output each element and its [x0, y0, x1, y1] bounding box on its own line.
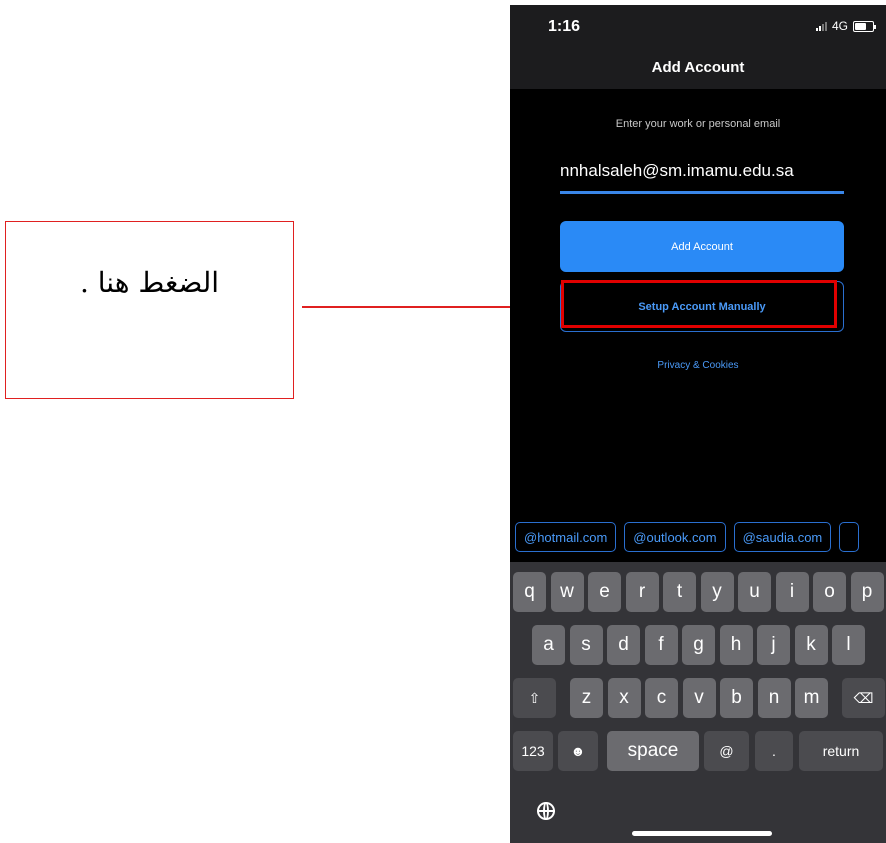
delete-key-icon[interactable]: ⌫: [842, 678, 885, 718]
key-g[interactable]: g: [682, 625, 715, 665]
email-suggestions: @hotmail.com @outlook.com @saudia.com: [515, 522, 860, 552]
key-x[interactable]: x: [607, 678, 641, 718]
return-key[interactable]: return: [799, 731, 883, 771]
annotation-arrow-line: [302, 306, 545, 308]
globe-icon[interactable]: [537, 802, 555, 820]
key-o[interactable]: o: [813, 572, 846, 612]
page-title: Add Account: [651, 59, 745, 76]
network-type: 4G: [831, 19, 848, 33]
key-f[interactable]: f: [644, 625, 678, 665]
key-t[interactable]: t: [663, 572, 696, 612]
key-j[interactable]: j: [757, 625, 790, 665]
key-v[interactable]: v: [682, 678, 716, 718]
numbers-key[interactable]: 123: [513, 731, 553, 771]
key-e[interactable]: e: [588, 572, 621, 612]
emoji-key-icon[interactable]: ☻: [558, 731, 598, 771]
suggestion-more[interactable]: [839, 522, 860, 552]
key-a[interactable]: a: [532, 625, 565, 665]
email-field-underline: [560, 191, 844, 194]
annotation-highlight-box: [561, 280, 837, 328]
key-u[interactable]: u: [738, 572, 771, 612]
email-hint: Enter your work or personal email: [615, 118, 781, 130]
key-s[interactable]: s: [569, 625, 603, 665]
suggestion-saudia[interactable]: @saudia.com: [733, 522, 832, 552]
key-c[interactable]: c: [645, 678, 678, 718]
annotation-text: الضغط هنا .: [79, 266, 220, 299]
home-indicator: [632, 831, 772, 836]
key-d[interactable]: d: [607, 625, 640, 665]
phone-screen: 1:16 4G Add Account Enter your work or p…: [510, 5, 886, 843]
key-w[interactable]: w: [550, 572, 584, 612]
nav-bar: Add Account: [510, 49, 886, 89]
email-field[interactable]: nnhalsaleh@sm.imamu.edu.sa: [560, 161, 794, 181]
key-n[interactable]: n: [757, 678, 791, 718]
status-indicators: 4G: [815, 19, 876, 33]
key-r[interactable]: r: [625, 572, 659, 612]
status-time: 1:16: [548, 18, 581, 35]
space-key[interactable]: space: [607, 731, 699, 771]
key-z[interactable]: z: [570, 678, 603, 718]
suggestion-outlook[interactable]: @outlook.com: [624, 522, 726, 552]
key-k[interactable]: k: [794, 625, 828, 665]
add-account-button[interactable]: Add Account: [560, 221, 844, 272]
signal-bars-icon: [815, 21, 827, 31]
key-i[interactable]: i: [775, 572, 809, 612]
key-b[interactable]: b: [720, 678, 753, 718]
at-key[interactable]: @: [704, 731, 749, 771]
shift-key-icon[interactable]: ⇧: [513, 678, 556, 718]
annotation-callout: الضغط هنا .: [5, 221, 294, 399]
suggestion-hotmail[interactable]: @hotmail.com: [515, 522, 617, 552]
battery-icon: [853, 20, 876, 32]
status-bar: 1:16 4G: [510, 5, 886, 49]
key-l[interactable]: l: [832, 625, 865, 665]
period-key[interactable]: .: [755, 731, 793, 771]
key-y[interactable]: y: [700, 572, 734, 612]
key-q[interactable]: q: [513, 572, 546, 612]
key-h[interactable]: h: [719, 625, 753, 665]
key-m[interactable]: m: [795, 678, 828, 718]
privacy-cookies-link[interactable]: Privacy & Cookies: [510, 360, 886, 371]
key-p[interactable]: p: [850, 572, 884, 612]
